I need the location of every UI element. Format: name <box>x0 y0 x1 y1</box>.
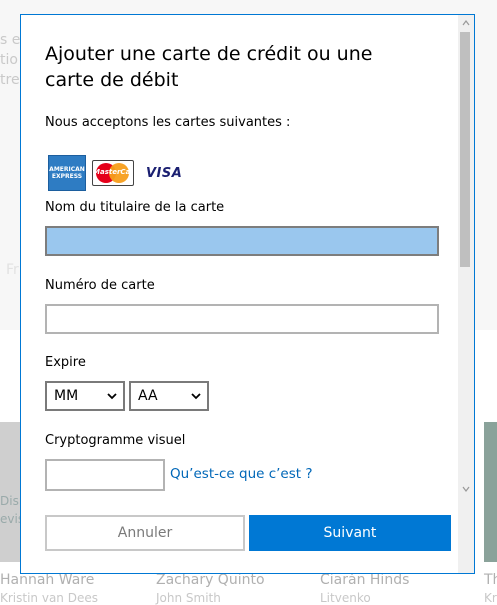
cvv-label: Cryptogramme visuel <box>45 433 186 448</box>
cast-name[interactable]: Ciarán Hinds <box>320 572 409 588</box>
visa-card-icon: VISA <box>146 165 183 181</box>
amex-card-icon: AMERICAN EXPRESS <box>48 155 86 191</box>
accepted-cards-label: Nous acceptons les cartes suivantes : <box>45 115 291 130</box>
cast-name[interactable]: Th <box>484 572 497 588</box>
background-tile-left: Disn evis <box>0 422 26 562</box>
background-fragment: tre <box>0 72 20 88</box>
cast-name[interactable]: Hannah Ware <box>0 572 94 588</box>
scroll-up-icon[interactable] <box>462 19 470 27</box>
mastercard-card-icon: MasterCard <box>92 160 134 186</box>
cvv-input[interactable] <box>45 459 165 491</box>
expiry-year-select[interactable]: AA <box>129 381 209 411</box>
background-tile-right <box>484 422 497 562</box>
cast-role: Litvenko <box>320 591 371 605</box>
accepted-cards: AMERICAN EXPRESS MasterCard VISA <box>48 155 188 191</box>
holder-name-label: Nom du titulaire de la carte <box>45 200 225 215</box>
chevron-down-icon <box>191 393 201 400</box>
expiry-month-select[interactable]: MM <box>45 381 125 411</box>
card-number-label: Numéro de carte <box>45 278 155 293</box>
add-card-dialog: Ajouter une carte de crédit ou une carte… <box>20 14 475 574</box>
background-fragment: Fr <box>6 262 19 278</box>
next-button[interactable]: Suivant <box>249 515 451 551</box>
expiry-month-value: MM <box>54 388 79 404</box>
background-fragment: s e <box>0 32 21 48</box>
cvv-help-link[interactable]: Qu’est-ce que c’est ? <box>170 466 313 482</box>
expiry-label: Expire <box>45 355 86 370</box>
card-number-input[interactable] <box>45 304 439 334</box>
cancel-button[interactable]: Annuler <box>45 515 245 551</box>
amex-line2: EXPRESS <box>51 173 83 180</box>
cast-name[interactable]: Zachary Quinto <box>156 572 265 588</box>
scrollbar-thumb[interactable] <box>460 32 470 267</box>
cast-role: Kristin van Dees <box>0 591 98 605</box>
cast-role: John Smith <box>156 591 221 605</box>
chevron-down-icon <box>107 393 117 400</box>
amex-line1: AMERICAN <box>49 166 85 173</box>
holder-name-input[interactable] <box>45 226 439 256</box>
dialog-title: Ajouter une carte de crédit ou une carte… <box>45 43 373 91</box>
scroll-down-icon[interactable] <box>462 485 470 493</box>
background-fragment: tio <box>0 52 18 68</box>
dialog-scrollbar[interactable] <box>458 15 474 573</box>
expiry-year-value: AA <box>138 388 158 404</box>
cast-role: Kr <box>484 591 497 605</box>
mastercard-text: MasterCard <box>93 168 134 176</box>
